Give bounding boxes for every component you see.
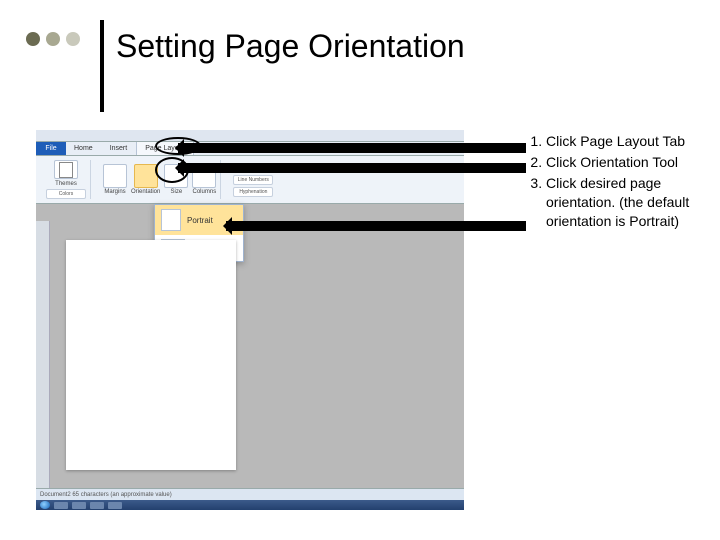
orientation-button[interactable] [134,164,158,188]
status-text: Document2 65 characters (an approximate … [40,492,172,498]
slide-title: Setting Page Orientation [116,28,465,65]
themes-icon [59,162,73,178]
hyphenation-button[interactable]: Hyphenation [233,187,273,197]
arrow-to-orientation [178,163,526,173]
ribbon-group-themes: Themes Colors [42,160,91,199]
taskbar-item[interactable] [90,502,104,509]
instruction-step: Click desired page orientation. (the def… [546,174,708,231]
window-titlebar [36,130,464,142]
status-bar: Document2 65 characters (an approximate … [36,488,464,500]
tab-file[interactable]: File [36,142,66,155]
dot-icon [46,32,60,46]
start-button-icon[interactable] [40,501,50,509]
taskbar-item[interactable] [54,502,68,509]
dot-icon [66,32,80,46]
portrait-page-icon [161,209,181,231]
line-numbers-button[interactable]: Line Numbers [233,175,273,185]
dot-icon [26,32,40,46]
arrow-to-option [226,221,526,231]
margins-label: Margins [104,189,125,195]
size-label: Size [171,189,183,195]
arrow-to-tab [178,143,526,153]
themes-label: Themes [55,181,77,187]
tab-insert[interactable]: Insert [102,142,137,155]
decorative-dots [26,32,80,46]
decorative-vertical-line [100,20,104,112]
orientation-label: Orientation [131,189,160,195]
themes-button[interactable] [54,160,78,179]
windows-taskbar [36,500,464,510]
document-page [66,240,236,470]
colors-button[interactable]: Colors [46,189,86,199]
instruction-step: Click Orientation Tool [546,153,708,172]
instruction-step: Click Page Layout Tab [546,132,708,151]
columns-label: Columns [193,189,217,195]
word-screenshot: File Home Insert Page Layout References … [36,130,464,510]
taskbar-item[interactable] [108,502,122,509]
taskbar-item[interactable] [72,502,86,509]
vertical-ruler [36,221,50,488]
instructions-list: Click Page Layout Tab Click Orientation … [528,132,708,232]
tab-home[interactable]: Home [66,142,102,155]
margins-button[interactable] [103,164,127,188]
slide-header [26,32,94,46]
portrait-label: Portrait [187,216,213,225]
